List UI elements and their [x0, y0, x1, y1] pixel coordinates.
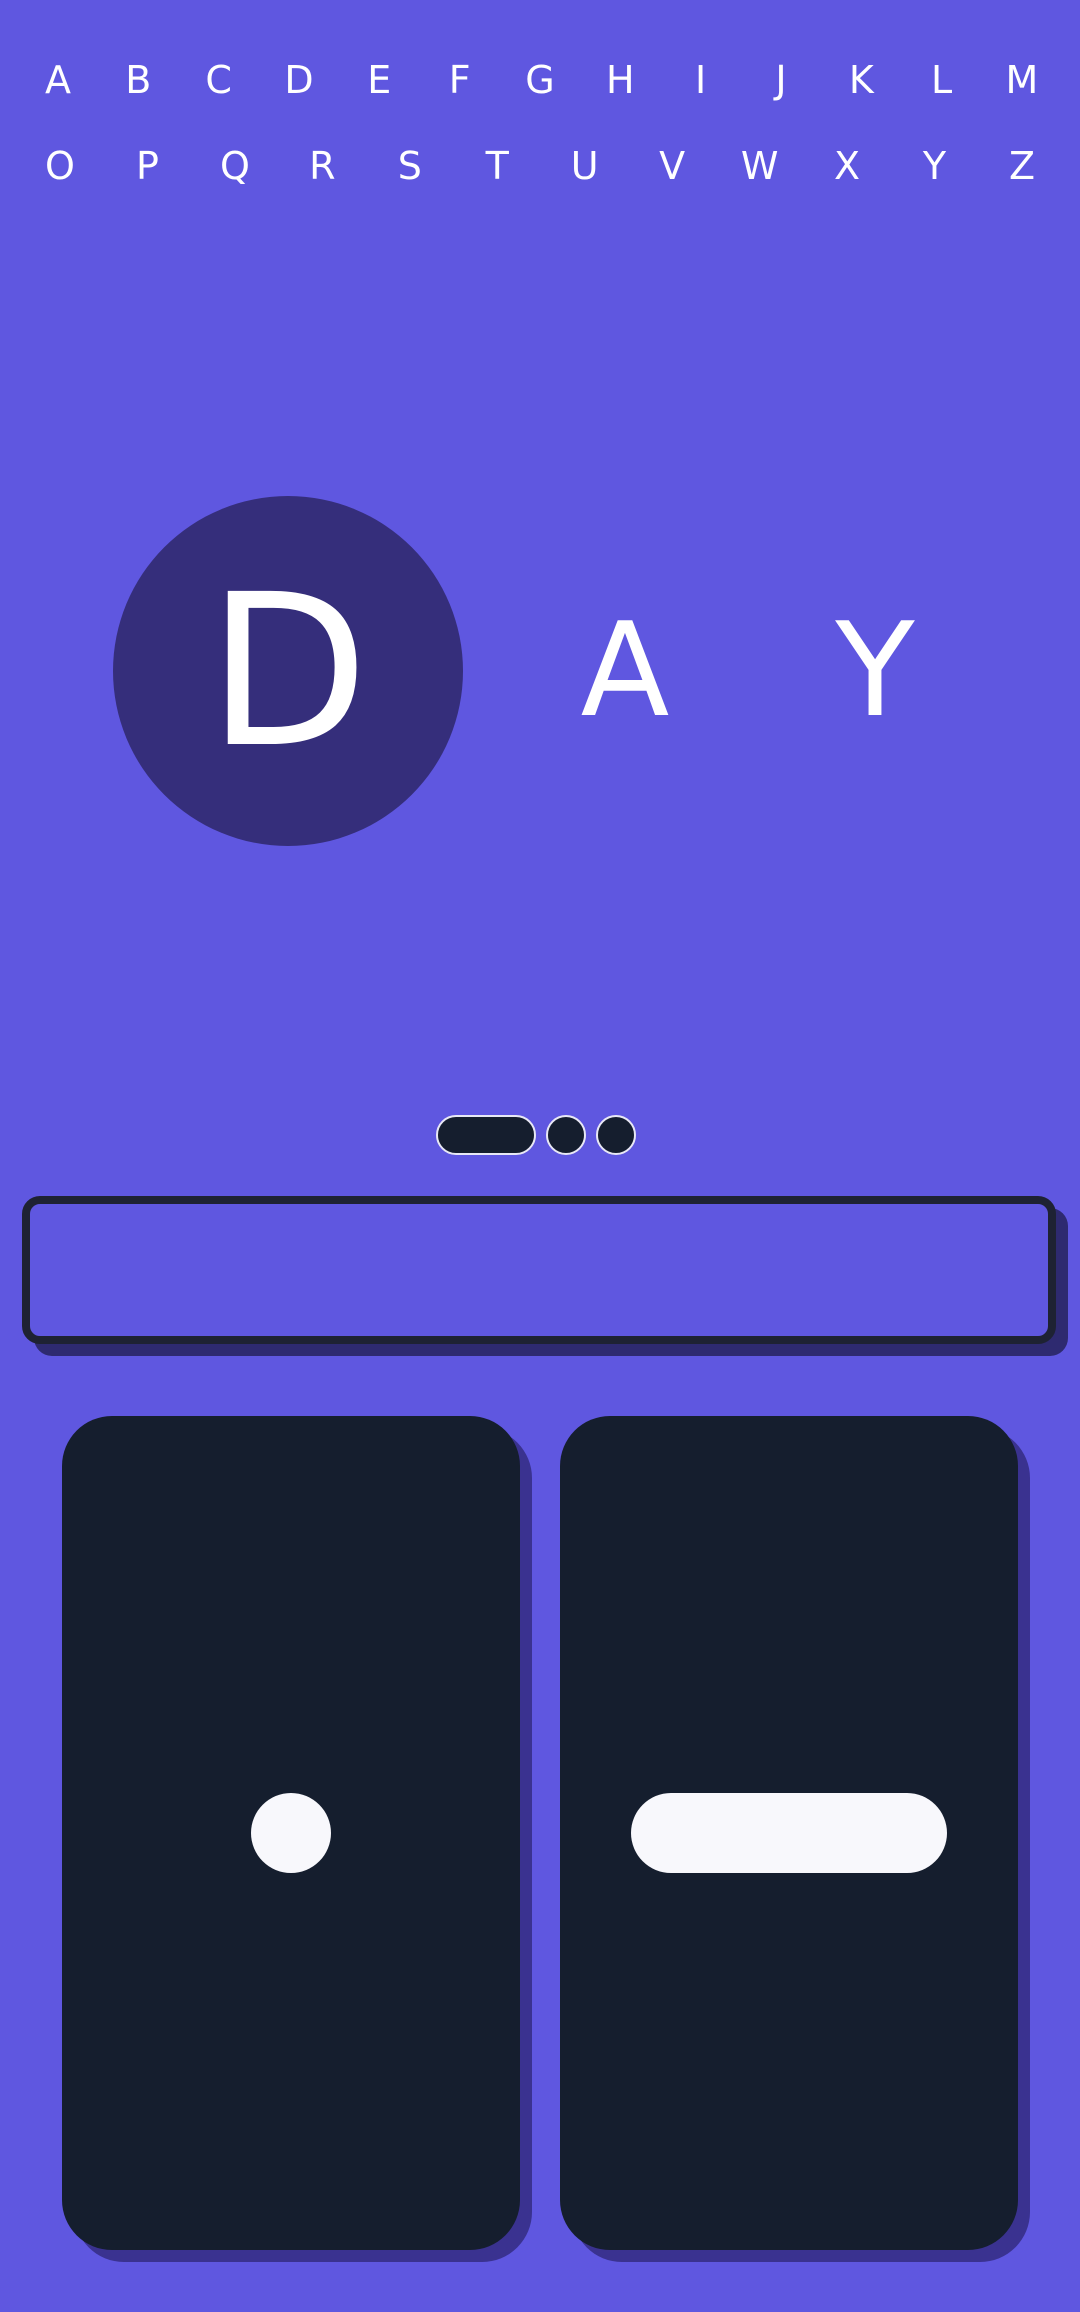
letter-key-v[interactable]: V: [642, 131, 702, 201]
letter-key-c[interactable]: C: [189, 45, 249, 115]
letter-key-s[interactable]: S: [380, 131, 440, 201]
letter-key-t[interactable]: T: [467, 131, 527, 201]
letter-key-d[interactable]: D: [269, 45, 329, 115]
letter-key-w[interactable]: W: [730, 131, 790, 201]
alphabet-row-1: A B C D E F G H I J K L M: [28, 45, 1052, 115]
letter-key-f[interactable]: F: [430, 45, 490, 115]
letter-key-r[interactable]: R: [292, 131, 352, 201]
dot-button[interactable]: [62, 1416, 520, 2250]
alphabet-row-2: O P Q R S T U V W X Y Z: [30, 131, 1052, 201]
letter-key-z[interactable]: Z: [992, 131, 1052, 201]
page-dot: [596, 1115, 636, 1155]
morse-input-field[interactable]: [22, 1196, 1056, 1344]
letter-key-e[interactable]: E: [349, 45, 409, 115]
letter-key-i[interactable]: I: [671, 45, 731, 115]
letter-key-x[interactable]: X: [817, 131, 877, 201]
word-letter-3: Y: [835, 594, 915, 746]
word-letter-active: D: [113, 496, 463, 846]
page-dot: [546, 1115, 586, 1155]
page-indicator: [436, 1115, 636, 1155]
letter-key-g[interactable]: G: [510, 45, 570, 115]
page-dot-current: [436, 1115, 536, 1155]
letter-key-j[interactable]: J: [751, 45, 811, 115]
letter-key-o[interactable]: O: [30, 131, 90, 201]
dot-icon: [251, 1793, 331, 1873]
word-letter-2: A: [580, 594, 670, 746]
letter-key-b[interactable]: B: [108, 45, 168, 115]
letter-key-a[interactable]: A: [28, 45, 88, 115]
letter-key-y[interactable]: Y: [905, 131, 965, 201]
dash-icon: [631, 1793, 947, 1873]
letter-key-u[interactable]: U: [555, 131, 615, 201]
letter-key-l[interactable]: L: [912, 45, 972, 115]
letter-key-p[interactable]: P: [117, 131, 177, 201]
letter-key-k[interactable]: K: [831, 45, 891, 115]
dash-button[interactable]: [560, 1416, 1018, 2250]
letter-key-q[interactable]: Q: [205, 131, 265, 201]
letter-key-h[interactable]: H: [590, 45, 650, 115]
letter-key-m[interactable]: M: [992, 45, 1052, 115]
